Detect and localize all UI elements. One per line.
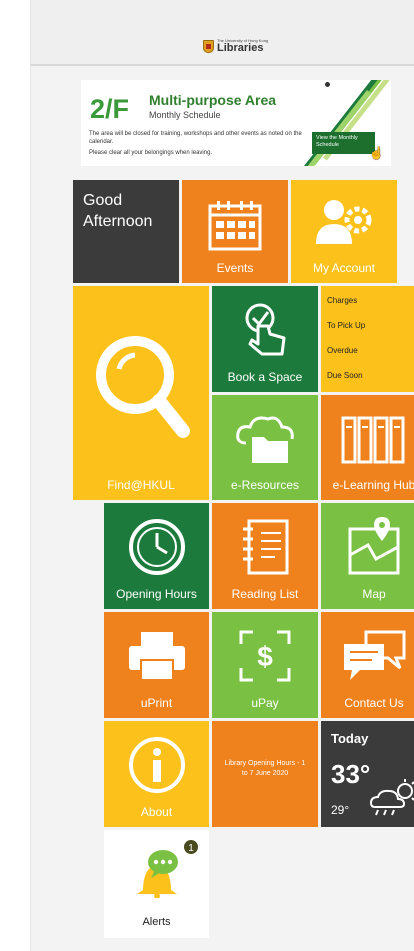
bell-chat-icon [136,850,178,898]
books-icon [341,416,405,464]
map-label: Map [362,587,386,601]
library-news-tile[interactable]: Library Opening Hours - 1 to 7 June 2020 [212,721,318,827]
logo-libraries-text: Libraries [217,42,264,54]
dollar-scan-icon: $ [239,630,291,682]
info-icon [128,737,185,793]
account-icon [316,200,372,244]
uprint-label: uPrint [140,696,173,710]
hku-crest-icon [203,39,214,53]
printer-icon [128,632,185,681]
account-summary-tile[interactable]: Charges0 To Pick Up1 Overdue0 Due Soon0 [321,286,414,392]
stat-overdue: Overdue0 [327,346,358,355]
banner-subtitle: Monthly Schedule [149,110,221,120]
sun-rain-cloud-icon [369,779,414,816]
reading-list-tile[interactable]: Reading List [212,503,318,609]
greeting-text: Good Afternoon [83,192,153,230]
book-space-label: Book a Space [227,370,303,384]
e-learning-hub-label: e-Learning Hub [332,478,414,492]
my-account-label: My Account [312,261,376,275]
banner-title: Multi-purpose Area [149,92,277,108]
contact-us-label: Contact Us [344,696,404,710]
view-schedule-button[interactable]: View the Monthly Schedule [312,132,375,154]
banner-note: The area will be closed for training, wo… [89,131,302,145]
weather-low: 29° [331,803,350,817]
banner-note-2: Please clear all your belongings when le… [89,150,213,156]
alerts-tile[interactable]: 1 Alerts [104,830,209,938]
magnifier-icon [96,336,190,438]
find-hkul-label: Find@HKUL [107,478,175,492]
stat-due-soon: Due Soon0 [327,371,363,380]
e-learning-hub-tile[interactable]: e-Learning Hub [321,395,414,500]
touch-check-icon [245,303,286,356]
app-header: The University of Hong Kong Libraries [31,0,414,66]
clock-icon [128,519,185,575]
events-label: Events [216,261,254,275]
uprint-tile[interactable]: uPrint [104,612,209,718]
opening-hours-tile[interactable]: Opening Hours [104,503,209,609]
contact-us-tile[interactable]: Contact Us [321,612,414,718]
hand-cursor-icon: ☝ [369,146,384,160]
e-resources-label: e-Resources [230,478,300,492]
alerts-label: Alerts [142,916,171,928]
stat-charges: Charges0 [327,296,358,305]
e-resources-tile[interactable]: e-Resources [212,395,318,500]
upay-label: uPay [251,696,279,710]
weather-today-label: Today [331,731,369,746]
events-tile[interactable]: Events [182,180,288,283]
chat-bubbles-icon [344,630,406,680]
weather-high: 33° [331,759,371,789]
map-icon [348,517,400,575]
opening-hours-label: Opening Hours [116,587,197,601]
about-tile[interactable]: About [104,721,209,827]
svg-text:$: $ [257,641,273,672]
about-label: About [140,805,173,819]
map-tile[interactable]: Map [321,503,414,609]
find-hkul-tile[interactable]: Find@HKUL [73,286,209,500]
weather-tile[interactable]: Today 33° 29° [321,721,414,827]
announcement-banner[interactable]: 2/F Multi-purpose Area Monthly Schedule … [81,80,391,166]
greeting-tile: Good Afternoon [73,180,179,283]
app-screen: The University of Hong Kong Libraries 2/… [30,0,414,951]
library-news-text: Library Opening Hours - 1 to 7 June 2020 [224,760,306,777]
upay-tile[interactable]: $ uPay [212,612,318,718]
reading-list-label: Reading List [231,587,299,601]
notebook-icon [243,519,289,575]
banner-floor: 2/F [90,94,130,124]
stat-to-pick-up: To Pick Up1 [327,321,366,330]
cloud-folder-icon [236,416,294,463]
my-account-tile[interactable]: My Account [291,180,397,283]
libraries-logo[interactable]: The University of Hong Kong Libraries [203,38,268,54]
calendar-icon [208,201,262,251]
alerts-count-badge: 1 [182,838,200,856]
book-space-tile[interactable]: Book a Space [212,286,318,392]
